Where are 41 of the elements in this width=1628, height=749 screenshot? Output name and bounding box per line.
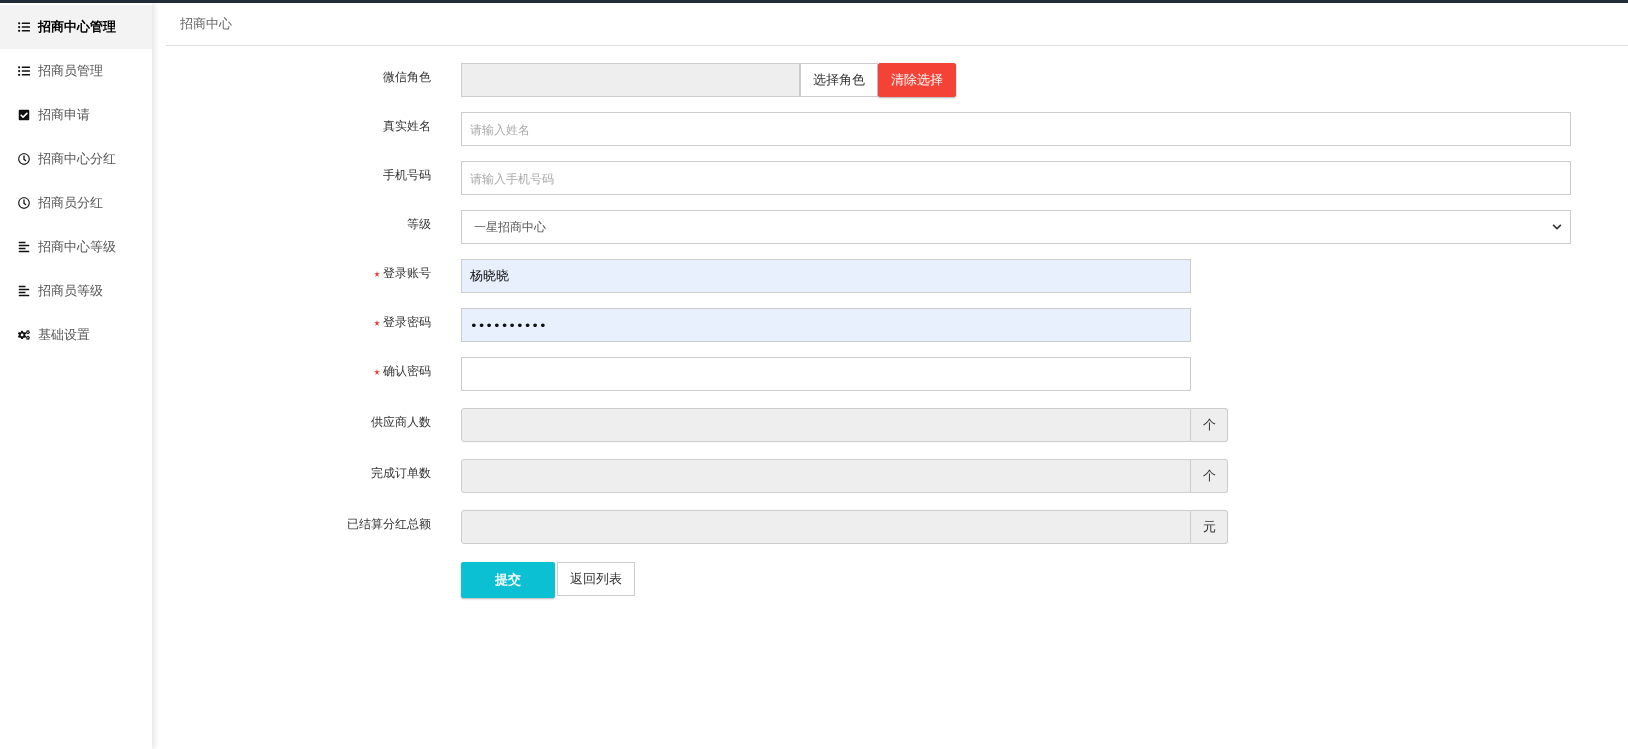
field-label: 已结算分红总额: [347, 516, 431, 533]
unit-addon: 个: [1191, 408, 1228, 442]
sidebar-item[interactable]: 招商员管理: [0, 49, 152, 93]
sidebar-item[interactable]: 基础设置: [0, 313, 152, 357]
input-field[interactable]: 杨晓晓: [461, 259, 1191, 293]
sidebar-item[interactable]: 招商员等级: [0, 269, 152, 313]
unit-addon: 个: [1191, 459, 1228, 493]
field-label: 登录密码: [383, 314, 431, 331]
clock-icon: [18, 197, 30, 209]
input-field[interactable]: 请输入手机号码: [461, 161, 1571, 195]
field-label: 手机号码: [383, 167, 431, 184]
required-icon: [374, 270, 380, 277]
field-label: 确认密码: [383, 363, 431, 380]
field-label: 登录账号: [383, 265, 431, 282]
field-label: 等级: [407, 216, 431, 233]
input-field[interactable]: ••••••••••: [461, 308, 1191, 342]
field-label: 供应商人数: [371, 414, 431, 431]
chevron-down-icon: [1552, 222, 1562, 232]
field-label: 真实姓名: [383, 118, 431, 135]
sidebar-item[interactable]: 招商中心分红: [0, 137, 152, 181]
align-left-icon: [18, 285, 30, 297]
required-icon: [374, 368, 380, 375]
sidebar-item[interactable]: 招商中心等级: [0, 225, 152, 269]
sidebar-item[interactable]: 招商申请: [0, 93, 152, 137]
input-field[interactable]: [461, 357, 1191, 391]
sidebar-item[interactable]: 招商员分红: [0, 181, 152, 225]
page-title: 招商中心: [180, 15, 232, 33]
list-icon: [18, 21, 30, 33]
required-icon: [374, 319, 380, 326]
level-dropdown[interactable]: 一星招商中心: [461, 210, 1571, 244]
input-field[interactable]: 请输入姓名: [461, 112, 1571, 146]
unit-addon: 元: [1191, 510, 1228, 544]
checkbox-icon: [18, 109, 30, 121]
field-label: 完成订单数: [371, 465, 431, 482]
gears-icon: [18, 329, 30, 341]
align-left-icon: [18, 241, 30, 253]
field-label: 微信角色: [383, 69, 431, 86]
back-button[interactable]: 返回列表: [557, 562, 635, 596]
list-icon: [18, 65, 30, 77]
clock-icon: [18, 153, 30, 165]
sidebar-item[interactable]: 招商中心管理: [0, 5, 152, 49]
